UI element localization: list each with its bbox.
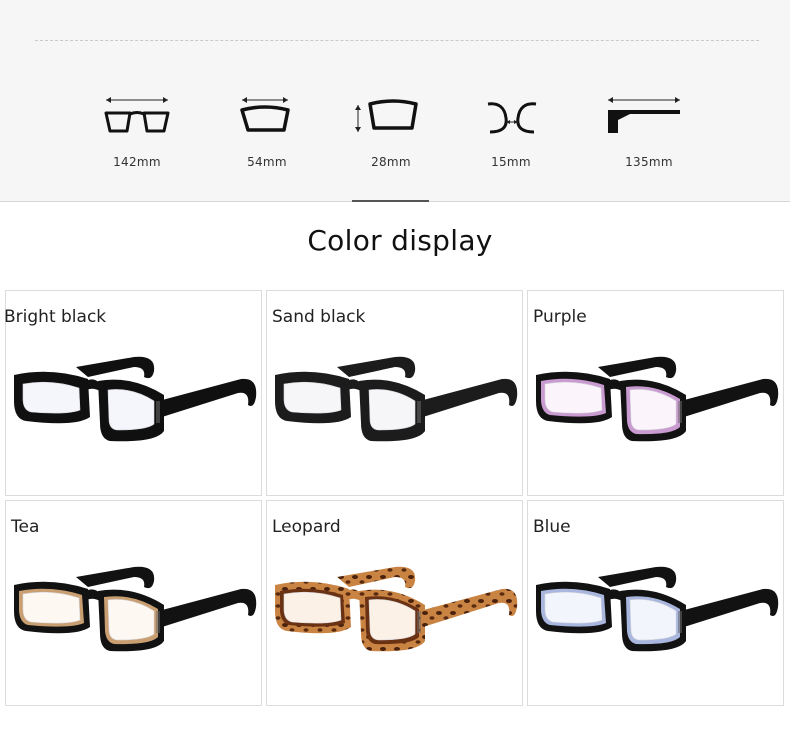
near-temple: [673, 378, 779, 417]
dimension-value: 142mm: [113, 155, 161, 169]
near-temple: [412, 588, 518, 627]
left-lens: [22, 381, 81, 414]
near-temple: [151, 378, 257, 417]
dimension-lens-width: 54mm: [212, 92, 322, 182]
dimension-bridge-width: 15mm: [456, 92, 566, 182]
far-temple: [337, 566, 416, 589]
dimension-value: 54mm: [247, 155, 287, 169]
dimension-value: 15mm: [491, 155, 531, 169]
hinge: [678, 611, 682, 633]
far-temple: [598, 356, 677, 379]
lens-width-icon: [240, 97, 290, 132]
left-lens: [283, 381, 342, 414]
dimension-frame-width: 142mm: [82, 92, 192, 182]
lens-height-icon: [355, 99, 418, 132]
temple-length-icon: [608, 97, 680, 133]
far-temple: [598, 566, 677, 589]
glasses-image: [536, 356, 779, 442]
hinge: [156, 611, 160, 633]
dimension-lens-height: 28mm: [336, 92, 446, 182]
frame-width-icon: [104, 97, 170, 133]
left-lens: [283, 591, 342, 624]
dimension-temple-length: 135mm: [594, 92, 704, 182]
near-temple: [412, 378, 518, 417]
dimension-value: 135mm: [625, 155, 673, 169]
glasses-image: [275, 356, 518, 442]
color-tile-tea[interactable]: Tea: [5, 500, 262, 706]
glasses-image: [536, 566, 779, 652]
left-lens: [544, 591, 603, 624]
glasses-image: [14, 566, 257, 652]
hinge: [156, 401, 160, 423]
near-temple: [151, 588, 257, 627]
color-tile-purple[interactable]: Purple: [527, 290, 784, 496]
bridge-width-icon: [487, 102, 537, 134]
left-lens: [544, 381, 603, 414]
color-tile-leopard[interactable]: Leopard: [266, 500, 523, 706]
near-temple: [673, 588, 779, 627]
color-tile-bright-black[interactable]: Bright black: [4, 290, 262, 496]
dimension-value: 28mm: [371, 155, 411, 169]
hinge: [417, 611, 421, 633]
color-tile-blue[interactable]: Blue: [527, 500, 784, 706]
far-temple: [76, 356, 155, 379]
far-temple: [337, 356, 416, 379]
panel-divider-accent: [352, 200, 429, 202]
far-temple: [76, 566, 155, 589]
hinge: [417, 401, 421, 423]
hinge: [678, 401, 682, 423]
glasses-image: [275, 566, 518, 652]
left-lens: [22, 591, 81, 624]
glasses-image: [14, 356, 257, 442]
divider-line: [35, 40, 759, 41]
section-title: Color display: [307, 224, 493, 257]
color-tile-sand-black[interactable]: Sand black: [266, 290, 523, 496]
